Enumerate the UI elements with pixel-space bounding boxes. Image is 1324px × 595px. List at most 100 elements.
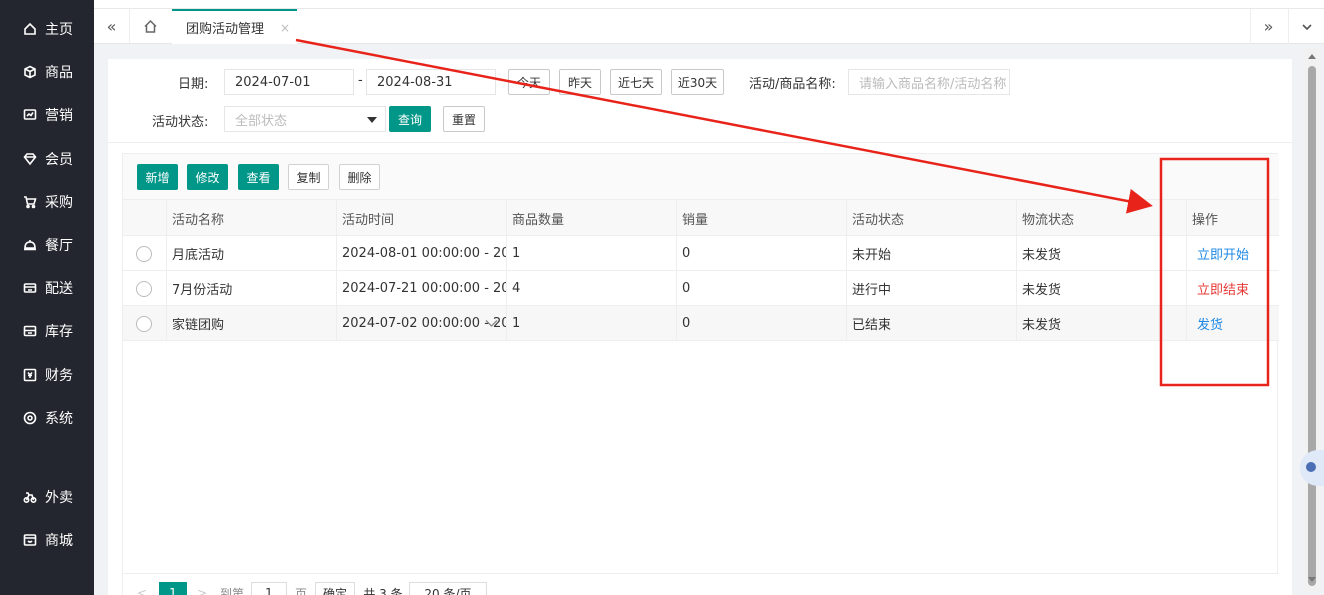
date-separator: - (358, 73, 363, 88)
col-sales: 销量 (676, 200, 846, 236)
sidebar-item-restaurant[interactable]: 餐厅 (0, 230, 94, 260)
prev-page-button[interactable]: < (135, 582, 149, 595)
sidebar-item-finance[interactable]: 财务 (0, 360, 94, 390)
close-icon[interactable]: × (280, 21, 290, 35)
next-page-button[interactable]: > (195, 582, 209, 595)
cell-activity-status: 已结束 (846, 306, 1016, 341)
last-30-days-button[interactable]: 近30天 (671, 69, 724, 95)
browser-strip (94, 0, 1324, 9)
truck-icon (23, 281, 37, 295)
sidebar-item-goods[interactable]: 商品 (0, 57, 94, 87)
diamond-icon (23, 152, 37, 166)
box-icon (23, 65, 37, 79)
cell-activity-status: 进行中 (846, 271, 1016, 306)
start-now-link[interactable]: 立即开始 (1197, 244, 1249, 263)
settings-icon (23, 411, 37, 425)
page-1-button[interactable]: 1 (159, 582, 187, 595)
name-search-input[interactable]: 请输入商品名称/活动名称 (848, 69, 1010, 95)
data-table: 新增 修改 查看 复制 删除 活动名称 活动时间 商品数量 销量 活动状态 物流… (122, 153, 1279, 595)
cell-sales: 0 (676, 306, 846, 341)
add-button[interactable]: 新增 (137, 164, 178, 190)
query-button[interactable]: 查询 (389, 106, 431, 132)
goto-confirm-button[interactable]: 确定 (315, 582, 355, 595)
cell-goods-count: 1 (506, 306, 676, 341)
assistant-bot-icon[interactable] (1300, 450, 1324, 486)
cell-action: 立即结束 (1186, 271, 1279, 306)
status-label: 活动状态: (152, 115, 209, 130)
storage-icon (23, 324, 37, 338)
cell-goods-count: 4 (506, 271, 676, 306)
sidebar-item-label: 会员 (45, 152, 73, 168)
cell-activity-name: 月底活动 (166, 236, 336, 271)
end-now-link[interactable]: 立即结束 (1197, 279, 1249, 298)
copy-button[interactable]: 复制 (288, 164, 329, 190)
cell-activity-time: 2024-08-01 00:00:00 - 20… (336, 236, 506, 271)
sidebar-item-delivery[interactable]: 配送 (0, 273, 94, 303)
tab-menu-button[interactable] (1288, 9, 1324, 44)
status-select[interactable]: 全部状态 (224, 106, 386, 132)
goto-page-input[interactable]: 1 (251, 582, 287, 595)
sidebar-item-label: 配送 (45, 281, 73, 297)
sidebar-item-mall[interactable]: 商城 (0, 525, 94, 555)
cell-action: 发货 (1186, 306, 1279, 341)
edit-button[interactable]: 修改 (187, 164, 228, 190)
main-panel: 日期: 2024-07-01 - 2024-08-31 今天 昨天 近七天 近3… (108, 59, 1292, 595)
home-tab-button[interactable] (132, 9, 168, 44)
chevron-down-icon[interactable] (485, 319, 498, 328)
sidebar-item-member[interactable]: 会员 (0, 144, 94, 174)
name-label: 活动/商品名称: (749, 77, 836, 92)
cell-activity-name: 家链团购 (166, 306, 336, 341)
sidebar-item-marketing[interactable]: 营销 (0, 100, 94, 130)
last-7-days-button[interactable]: 近七天 (610, 69, 662, 95)
scroll-up-arrow-icon[interactable] (1308, 54, 1316, 59)
sidebar-item-takeout[interactable]: 外卖 (0, 482, 94, 512)
sidebar-item-home[interactable]: 主页 (0, 14, 94, 44)
sidebar-item-label: 主页 (45, 22, 73, 38)
date-end-input[interactable]: 2024-08-31 (366, 69, 496, 95)
table-row: 7月份活动 2024-07-21 00:00:00 - 20… 4 0 进行中 … (123, 271, 1279, 306)
scroll-down-arrow-icon[interactable] (1308, 577, 1316, 582)
cell-sales: 0 (676, 271, 846, 306)
goto-label: 到第 (219, 586, 244, 595)
ship-link[interactable]: 发货 (1197, 314, 1223, 333)
page-unit-label: 页 (294, 586, 307, 595)
row-radio[interactable] (136, 316, 152, 332)
scroll-tabs-right-button[interactable]: » (1250, 9, 1286, 44)
tab-label: 团购活动管理 (186, 22, 265, 37)
col-logistics-status: 物流状态 (1016, 200, 1186, 236)
cell-sales: 0 (676, 236, 846, 271)
sidebar: 主页 商品 营销 会员 采购 餐厅 配送 库存 财务 系统 外卖 商城 (0, 0, 94, 595)
chevron-down-icon (1301, 23, 1312, 30)
cart-icon (23, 195, 37, 209)
cell-activity-name: 7月份活动 (166, 271, 336, 306)
sidebar-item-purchase[interactable]: 采购 (0, 187, 94, 217)
row-radio[interactable] (136, 281, 152, 297)
table-row: 家链团购 2024-07-02 00:00:00 - 20 1 0 已结束 未发… (123, 306, 1279, 341)
reset-button[interactable]: 重置 (443, 106, 485, 132)
cell-activity-status: 未开始 (846, 236, 1016, 271)
bell-icon (23, 238, 37, 252)
delete-button[interactable]: 删除 (339, 164, 380, 190)
sidebar-item-label: 系统 (45, 411, 73, 427)
cell-goods-count: 1 (506, 236, 676, 271)
page-scrollbar[interactable] (1305, 48, 1319, 593)
view-button[interactable]: 查看 (238, 164, 279, 190)
sidebar-item-label: 外卖 (45, 490, 73, 506)
date-start-input[interactable]: 2024-07-01 (224, 69, 354, 95)
row-radio[interactable] (136, 246, 152, 262)
bot-eye (1306, 462, 1316, 472)
finance-icon (23, 368, 37, 382)
sidebar-item-label: 餐厅 (45, 238, 73, 254)
sidebar-item-system[interactable]: 系统 (0, 403, 94, 433)
yesterday-button[interactable]: 昨天 (559, 69, 601, 95)
home-icon (23, 22, 37, 36)
collapse-left-button[interactable]: « (94, 9, 130, 44)
page-size-select[interactable]: 20 条/页 (409, 582, 487, 595)
sidebar-item-inventory[interactable]: 库存 (0, 316, 94, 346)
cell-logistics-status: 未发货 (1016, 236, 1186, 271)
tab-bar: « 团购活动管理 × » (94, 0, 1324, 44)
pagination: < 1 > 到第 1 页 确定 共 3 条 20 条/页 (123, 573, 1279, 595)
scrollbar-thumb[interactable] (1308, 66, 1316, 586)
today-button[interactable]: 今天 (508, 69, 550, 95)
tab-group-buy-management[interactable]: 团购活动管理 × (172, 9, 297, 44)
